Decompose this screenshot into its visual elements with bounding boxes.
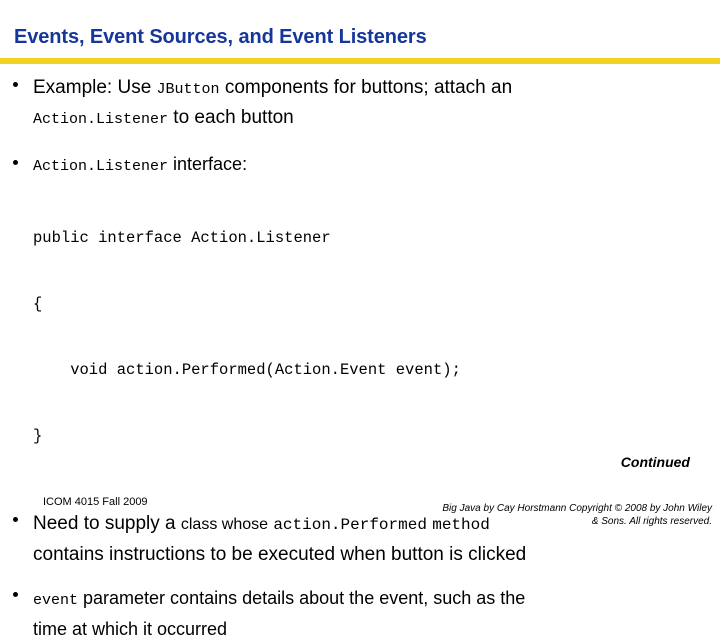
bullet-3-text-2: contains instructions to be executed whe… [33,544,527,565]
bullet-4-code-event: event [33,592,79,609]
continued-label: Continued [620,454,690,470]
bullet-4-line-2: time at which it occurred [33,615,720,643]
bullet-1-code-actionlistener: Action.Listener [33,111,169,128]
bullet-item-4: event parameter contains details about t… [0,584,720,643]
bullet-marker-icon [13,592,18,598]
code-line-1: public interface Action.Listener [33,229,331,247]
bullet-3-text-small: class whose [180,516,269,533]
slide-body: Example: Use JButton components for butt… [0,74,720,643]
bullet-3-line-2: contains instructions to be executed whe… [33,540,720,569]
bullet-2-line-1: Action.Listener interface: [33,152,720,179]
bullet-item-1: Example: Use JButton components for butt… [0,74,720,134]
code-block: public interface Action.Listener { void … [0,183,720,491]
bullet-2-text-1: interface: [168,154,248,174]
code-line-3: void action.Performed(Action.Event event… [33,361,461,379]
bullet-3-text-1: Need to supply a [33,513,181,534]
bullet-4-text-1: parameter contains details about the eve… [78,588,526,608]
bullet-item-2: Action.Listener interface: [0,152,720,179]
bullet-marker-icon [13,160,18,166]
bullet-1-text-2: components for buttons; attach an [219,77,513,98]
title-underline-rule [0,58,720,64]
bullet-1-line-1: Example: Use JButton components for butt… [33,74,720,104]
bullet-1-text-1: Example: Use [33,77,157,98]
title-block: Events, Event Sources, and Event Listene… [0,24,720,50]
footer-copyright-line-1: Big Java by Cay Horstmann Copyright © 20… [442,503,712,514]
footer-course-label: ICOM 4015 Fall 2009 [43,496,148,508]
page-title: Events, Event Sources, and Event Listene… [14,26,427,48]
bullet-marker-icon [13,82,18,88]
footer-copyright-line-2: & Sons. All rights reserved. [591,516,712,527]
bullet-4-text-2: time at which it occurred [33,619,228,639]
code-line-4: } [33,427,43,445]
code-line-2: { [33,295,43,313]
bullet-marker-icon [13,517,18,523]
bullet-4-line-1: event parameter contains details about t… [33,584,720,615]
bullet-2-code-actionlistener: Action.Listener [33,158,169,175]
bullet-1-code-jbutton: JButton [156,81,220,98]
footer-copyright: Big Java by Cay Horstmann Copyright © 20… [292,502,712,528]
slide: Events, Event Sources, and Event Listene… [0,0,720,639]
bullet-1-line-2: Action.Listener to each button [33,104,720,134]
bullet-1-text-3: to each button [168,107,294,128]
